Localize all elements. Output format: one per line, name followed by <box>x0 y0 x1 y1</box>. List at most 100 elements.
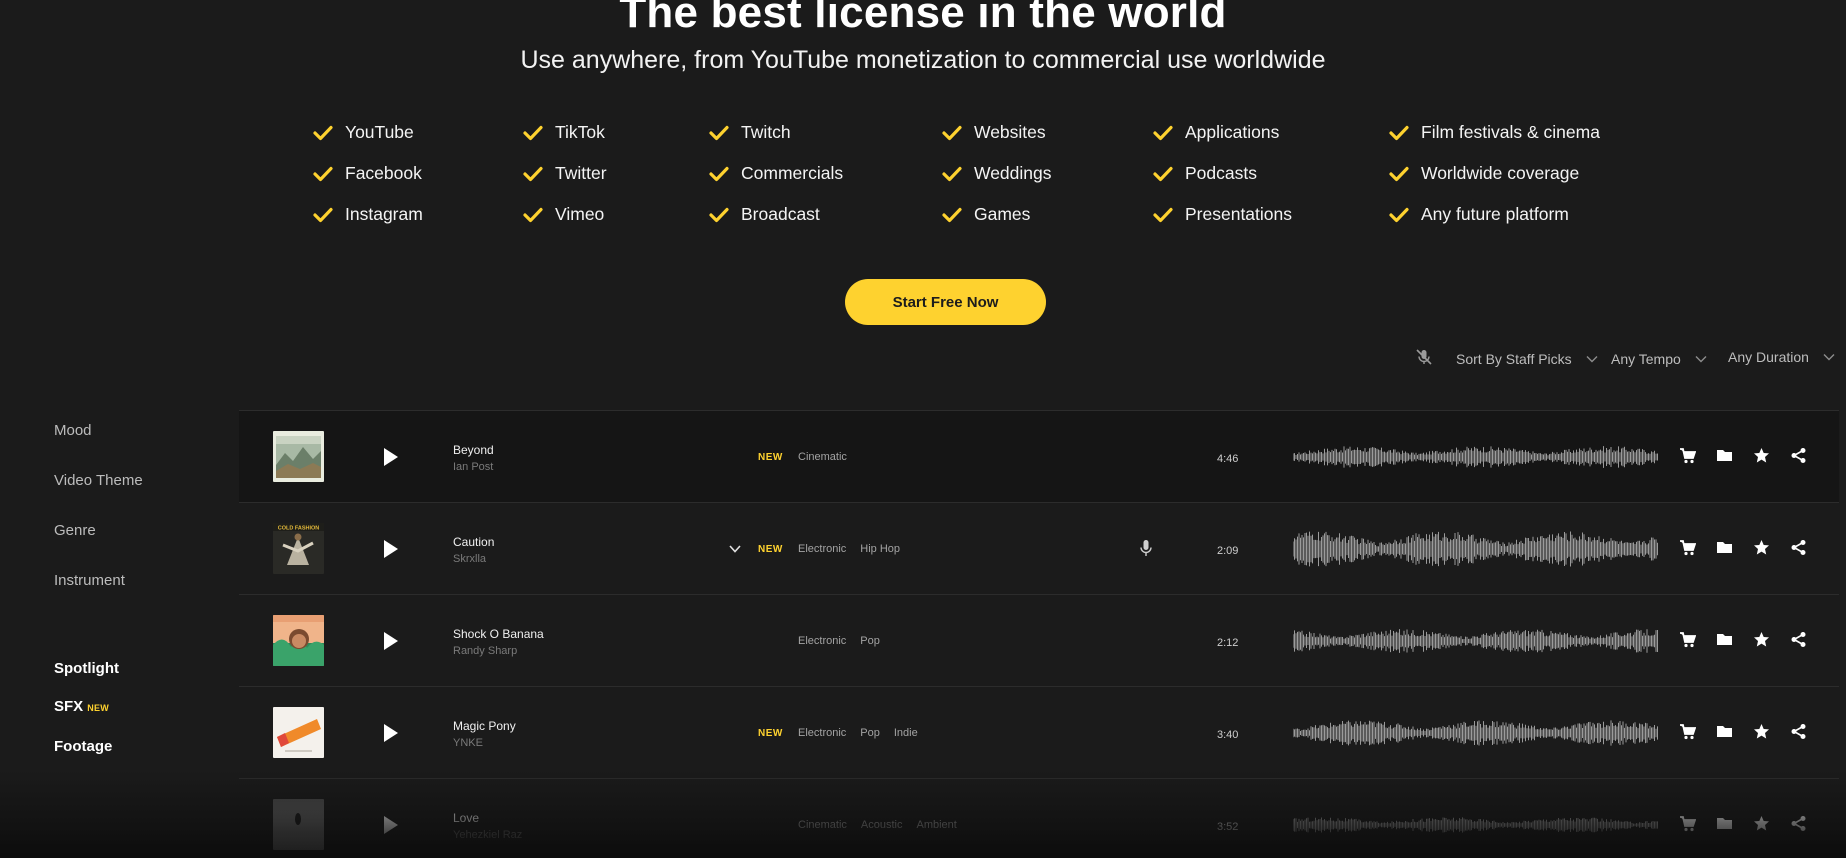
sidebar-item-sfx[interactable]: SFX NEW <box>54 698 109 715</box>
waveform[interactable] <box>1293 805 1659 845</box>
hero-subtitle: Use anywhere, from YouTube monetization … <box>520 46 1326 74</box>
feature-label: Podcasts <box>1185 163 1257 183</box>
genre-tag[interactable]: Cinematic <box>798 451 847 463</box>
genre-tag[interactable]: Electronic <box>798 727 846 739</box>
chevron-down-icon[interactable] <box>729 544 741 554</box>
sort-dropdown-label: Sort By Staff Picks <box>1456 351 1572 367</box>
track-title[interactable]: Shock O Banana <box>453 627 544 641</box>
sidebar-item-instrument[interactable]: Instrument <box>54 572 125 589</box>
album-art[interactable] <box>273 615 324 666</box>
cart-icon[interactable] <box>1679 447 1696 464</box>
check-icon <box>313 125 333 140</box>
album-art[interactable] <box>273 707 324 758</box>
cart-icon[interactable] <box>1679 815 1696 832</box>
folder-icon[interactable] <box>1716 815 1733 832</box>
track-title[interactable]: Magic Pony <box>453 719 516 733</box>
feature-item: Commercials <box>709 163 843 184</box>
share-icon[interactable] <box>1790 815 1807 832</box>
play-icon[interactable] <box>379 722 401 744</box>
check-icon <box>942 125 962 140</box>
duration-dropdown-label: Any Duration <box>1728 349 1809 365</box>
track-row[interactable]: Magic Pony YNKE NEW Electronic Pop Indie… <box>239 686 1839 778</box>
feature-label: TikTok <box>555 122 605 142</box>
star-icon[interactable] <box>1753 539 1770 556</box>
play-icon[interactable] <box>379 538 401 560</box>
sidebar-item-video-theme[interactable]: Video Theme <box>54 472 143 489</box>
track-row[interactable]: Beyond Ian Post NEW Cinematic 4:46 <box>239 410 1839 502</box>
track-duration: 2:09 <box>1217 545 1239 557</box>
genre-tag[interactable]: Cinematic <box>798 819 847 831</box>
waveform[interactable] <box>1293 713 1659 753</box>
check-icon <box>523 125 543 140</box>
cart-icon[interactable] <box>1679 723 1696 740</box>
track-artist[interactable]: Skrxlla <box>453 553 486 565</box>
track-title[interactable]: Love <box>453 811 479 825</box>
play-icon[interactable] <box>379 630 401 652</box>
genre-tag[interactable]: Electronic <box>798 635 846 647</box>
genre-tags: Electronic Pop <box>798 635 880 647</box>
genre-tag[interactable]: Pop <box>860 727 880 739</box>
folder-icon[interactable] <box>1716 447 1733 464</box>
feature-label: Presentations <box>1185 204 1293 224</box>
check-icon <box>1389 125 1409 140</box>
star-icon[interactable] <box>1753 631 1770 648</box>
track-actions <box>1679 539 1807 556</box>
folder-icon[interactable] <box>1716 631 1733 648</box>
sidebar-item-genre[interactable]: Genre <box>54 522 96 539</box>
track-artist[interactable]: Yehezkiel Raz <box>453 829 522 841</box>
play-icon[interactable] <box>379 814 401 836</box>
track-row[interactable]: Love Yehezkiel Raz Cinematic Acoustic Am… <box>239 778 1839 858</box>
genre-tags: Cinematic Acoustic Ambient <box>798 819 957 831</box>
genre-tag[interactable]: Electronic <box>798 543 846 555</box>
feature-item: Websites <box>942 122 1046 143</box>
star-icon[interactable] <box>1753 447 1770 464</box>
tempo-dropdown[interactable]: Any Tempo <box>1611 351 1707 367</box>
folder-icon[interactable] <box>1716 539 1733 556</box>
feature-item: Games <box>942 204 1030 225</box>
genre-tag[interactable]: Hip Hop <box>860 543 900 555</box>
track-row[interactable]: COLD FASHION Caution Skrxlla NEW Electro… <box>239 502 1839 594</box>
cart-icon[interactable] <box>1679 631 1696 648</box>
waveform[interactable] <box>1293 529 1659 569</box>
chevron-down-icon <box>1586 356 1598 363</box>
track-artist[interactable]: Randy Sharp <box>453 645 517 657</box>
feature-item: TikTok <box>523 122 605 143</box>
folder-icon[interactable] <box>1716 723 1733 740</box>
sidebar-item-spotlight[interactable]: Spotlight <box>54 660 119 677</box>
sort-dropdown[interactable]: Sort By Staff Picks <box>1456 351 1598 367</box>
star-icon[interactable] <box>1753 815 1770 832</box>
play-icon[interactable] <box>379 446 401 468</box>
track-title[interactable]: Beyond <box>453 443 494 457</box>
track-artist[interactable]: Ian Post <box>453 461 493 473</box>
sidebar-item-mood[interactable]: Mood <box>54 422 92 439</box>
duration-dropdown[interactable]: Any Duration <box>1728 349 1835 365</box>
feature-item: Twitch <box>709 122 791 143</box>
check-icon <box>1153 125 1173 140</box>
genre-tag[interactable]: Pop <box>860 635 880 647</box>
genre-tag[interactable]: Acoustic <box>861 819 903 831</box>
license-feature-grid: YouTube TikTok Twitch Websites Applicati… <box>0 122 1846 252</box>
waveform[interactable] <box>1293 621 1659 661</box>
start-free-now-button[interactable]: Start Free Now <box>845 279 1046 325</box>
feature-label: Weddings <box>974 163 1052 183</box>
genre-tag[interactable]: Ambient <box>916 819 956 831</box>
hero-title: The best license in the world <box>619 0 1227 37</box>
sidebar-item-footage[interactable]: Footage <box>54 738 112 755</box>
share-icon[interactable] <box>1790 447 1807 464</box>
share-icon[interactable] <box>1790 631 1807 648</box>
album-art[interactable] <box>273 431 324 482</box>
new-badge: NEW <box>758 452 783 463</box>
share-icon[interactable] <box>1790 539 1807 556</box>
album-art[interactable] <box>273 799 324 850</box>
track-row[interactable]: Shock O Banana Randy Sharp Electronic Po… <box>239 594 1839 686</box>
share-icon[interactable] <box>1790 723 1807 740</box>
feature-item: Worldwide coverage <box>1389 163 1579 184</box>
feature-item: Any future platform <box>1389 204 1569 225</box>
genre-tag[interactable]: Indie <box>894 727 918 739</box>
album-art[interactable]: COLD FASHION <box>273 523 324 574</box>
waveform[interactable] <box>1293 437 1659 477</box>
track-title[interactable]: Caution <box>453 535 494 549</box>
cart-icon[interactable] <box>1679 539 1696 556</box>
track-artist[interactable]: YNKE <box>453 737 483 749</box>
star-icon[interactable] <box>1753 723 1770 740</box>
